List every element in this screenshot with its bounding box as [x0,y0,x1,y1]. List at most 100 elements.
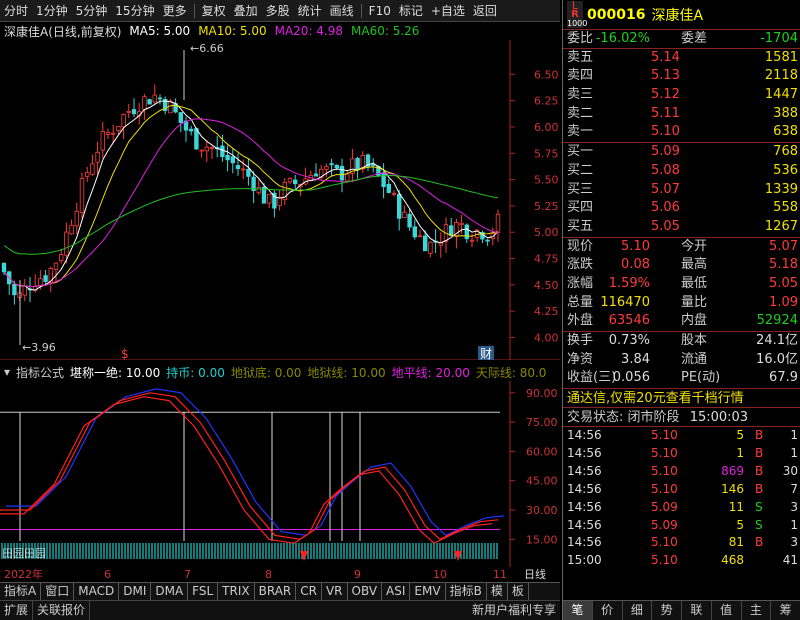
stat-label: 今开 [681,238,708,254]
period-label[interactable]: 日线 [524,567,546,582]
toolbar-item[interactable]: +自选 [427,0,469,21]
stat-label: 最高 [681,257,708,273]
tick-count: 1 [790,428,798,443]
stat-label: 内盘 [681,313,708,329]
toolbar-item[interactable]: F10 [365,0,395,21]
toolbar-item[interactable]: 5分钟 [72,0,112,21]
trade-status: 交易状态: 闭市阶段 15:00:03 [563,408,800,428]
candle-body [422,235,428,252]
toolbar-item[interactable]: 分时 [0,0,32,21]
tick-volume: 5 [736,517,744,532]
indicator-name[interactable]: 指标公式 [16,364,64,381]
quote-tab[interactable]: 筹 [771,601,800,620]
indicator-tab[interactable]: 指标A [0,583,42,600]
stat-value: 52924 [756,313,798,329]
toolbar-item[interactable]: 1分钟 [32,0,72,21]
toolbar-item[interactable]: 标记 [395,0,427,21]
tick-count: 30 [782,463,798,478]
toolbar-item[interactable]: 更多 [159,0,191,21]
toolbar-item[interactable]: 15分钟 [111,0,158,21]
tick-side: B [755,463,764,478]
toolbar-item[interactable]: 叠加 [230,0,262,21]
tick-time: 14:56 [567,499,602,514]
indicator-tab[interactable]: VR [322,583,348,600]
toolbar-item[interactable]: 复权 [198,0,230,21]
toolbar-item[interactable]: 画线 [326,0,358,21]
stat-row: 涨幅 1.59% 最低 5.05 [563,275,800,294]
tick-volume: 869 [721,463,744,478]
candle-body [355,157,360,171]
candle-body [178,112,183,123]
indicator-chart[interactable]: 90.00 75.00 60.00 45.00 30.00 15.00 田园田园 [0,381,560,567]
book-price: 5.07 [651,181,680,197]
quote-tab[interactable]: 笔 [563,601,593,620]
indicator-tab[interactable]: CR [296,583,322,600]
oscillator-red2 [0,396,493,544]
candlestick-chart[interactable]: 6.50 6.25 6.00 5.75 5.50 5.25 5.00 4.75 4.50 4.25… [0,40,560,360]
quote-tab[interactable]: 主 [742,601,772,620]
quote-tab[interactable]: 值 [712,601,742,620]
indicator-bar: ▾ 指标公式 堪称一绝: 10.00 持币: 0.00 地狱底: 0.00 地狱线: … [0,363,560,381]
quote-tab[interactable]: 联 [682,601,712,620]
indicator-tab[interactable]: 窗口 [41,583,75,600]
indicator-tab[interactable]: 指标B [446,583,487,600]
candle-body [412,226,417,238]
indicator-tab[interactable]: MACD [74,583,120,600]
tick-price: 5.09 [651,517,678,532]
toolbar-item[interactable]: 返回 [469,0,501,21]
indicator-param: 地狱底: 0.00 [230,365,302,380]
tick-row: 15:00 5.10 468 41 [563,552,800,570]
bottom-tab[interactable]: 关联报价 [33,601,91,620]
quote-panel: L R 1000 000016 深康佳A 委比 -16.02% 委差 -1704… [562,0,800,620]
indicator-tab[interactable]: BRAR [255,583,297,600]
share-value: 24.1亿 [756,333,798,348]
candle-body [1,263,7,273]
price-tick-label: 6.00 [534,121,559,134]
date-label: 7 [184,568,191,581]
level-badge[interactable]: L R 1000 [567,0,587,28]
quote-tab[interactable]: 细 [623,601,653,620]
indicator-tab[interactable]: DMA [151,583,189,600]
indicator-tab[interactable]: FSL [188,583,219,600]
indicator-dropdown-icon[interactable]: ▾ [4,365,10,379]
chart-title-bar: 深康佳A (日线,前复权) MA5: 5.00 MA10: 5.00 MA20:… [0,22,560,40]
toolbar-item[interactable]: 多股 [262,0,294,21]
indicator-tabs: 指标A 窗口 MACD DMI DMA FSL TRIX BRAR CR VR OBV ASI EMV 指… [0,582,560,600]
book-volume: 1447 [764,87,798,103]
tick-price: 5.10 [651,481,678,496]
share-row: 收益(三) 0.056 PE(动) 67.9 [563,369,800,388]
quote-tab[interactable]: 势 [652,601,682,620]
indicator-tab[interactable]: DMI [119,583,152,600]
indicator-tab[interactable]: OBV [348,583,383,600]
book-label: 买四 [567,200,594,216]
indicator-tab[interactable]: 板 [508,583,529,600]
indicator-tab[interactable]: EMV [410,583,446,600]
adjust-mode[interactable]: (日线,前复权) [48,23,121,40]
candle-body [95,151,100,163]
book-label: 买五 [567,218,594,234]
candle-body [64,231,69,256]
tick-volume: 11 [728,499,744,514]
ma60-legend: MA60: 5.26 [351,24,420,38]
tick-list: 14:56 5.10 5 B 1 14:56 5.10 1 B 1 14:56 5.10 869 B 30 1… [563,427,800,570]
indicator-tab[interactable]: TRIX [218,583,255,600]
indicator-tab[interactable]: 模 [487,583,508,600]
webi-value: -16.02% [595,31,650,46]
price-tick-label: 6.50 [534,68,559,81]
toolbar-item[interactable]: 统计 [294,0,326,21]
quote-tab[interactable]: 价 [593,601,623,620]
promo-link[interactable]: 新用户福利专享 [468,601,560,620]
indicator-tab[interactable]: ASI [382,583,411,600]
share-value: 67.9 [769,370,798,386]
book-volume: 558 [773,200,798,216]
stat-value: 5.18 [769,257,798,273]
stock-name: 深康佳A [4,24,49,39]
candle-body [220,145,225,158]
stat-value: 5.07 [769,238,798,254]
bottom-tab[interactable]: 扩展 [0,601,34,620]
book-row: 卖五 5.14 1581 [563,49,800,68]
share-label: 净资 [567,351,594,367]
tick-volume: 5 [736,428,744,443]
stock-name-header: 深康佳A [651,7,704,24]
ad-banner[interactable]: 通达信,仅需20元查看千档行情 [563,389,800,409]
